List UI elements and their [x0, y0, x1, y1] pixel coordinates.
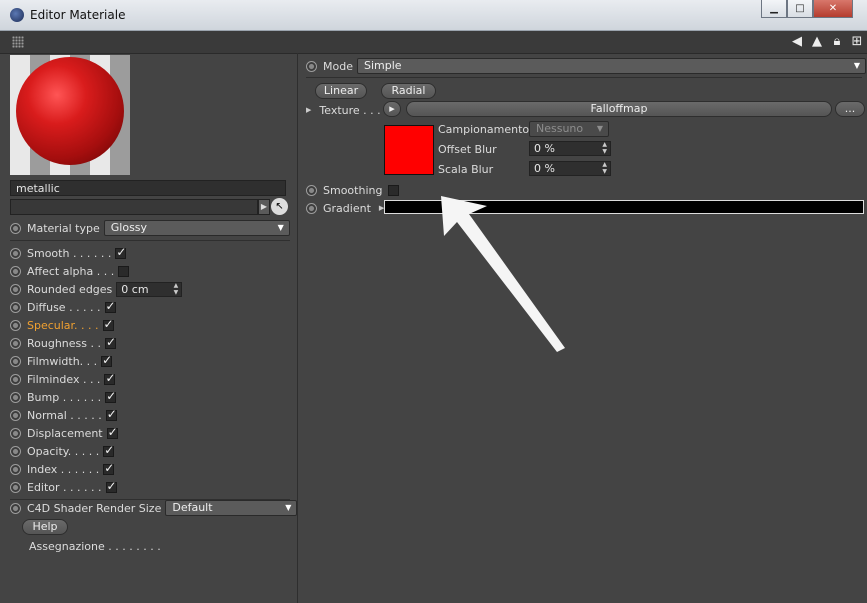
annotation-arrow-icon	[441, 196, 565, 352]
annotation-arrow-shape	[441, 196, 565, 352]
